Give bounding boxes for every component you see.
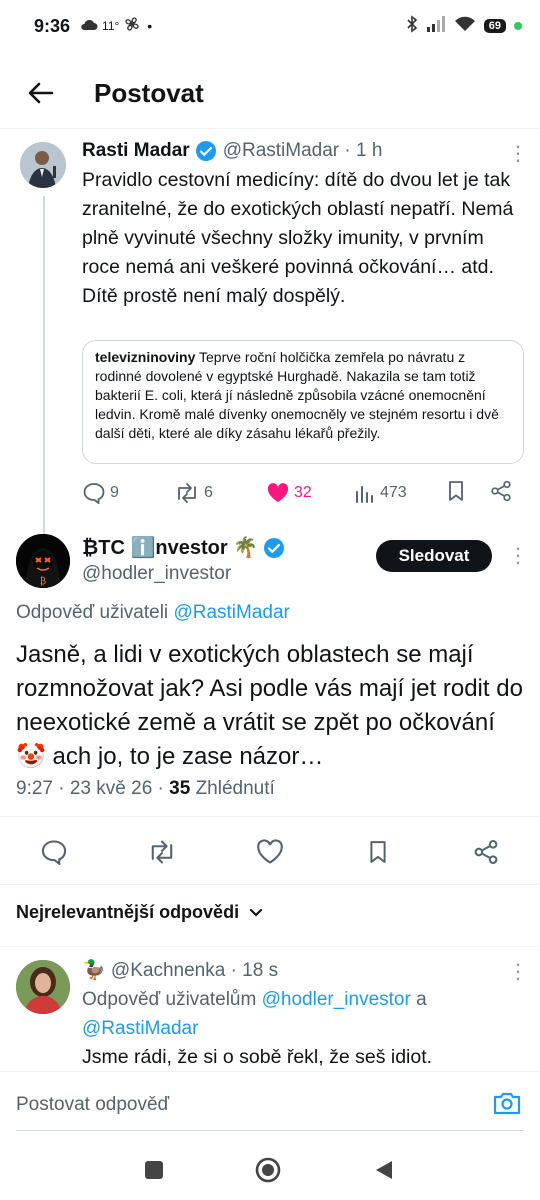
- square-icon: [145, 1161, 163, 1179]
- reply-text: Jsme rádi, že si o sobě řekl, že seš idi…: [82, 1046, 433, 1068]
- tweet-text: Pravidlo cestovní medicíny: dítě do dvou…: [82, 169, 514, 307]
- page-title: Postovat: [94, 77, 204, 108]
- bookmark-button[interactable]: [446, 480, 466, 507]
- status-bar: 9:36 11° • 69: [0, 0, 540, 52]
- actions-divider: [0, 884, 540, 885]
- triangle-back-icon: [376, 1161, 392, 1179]
- status-weather: 11°: [102, 19, 120, 33]
- heart-filled-icon: [267, 483, 289, 502]
- bookmark-icon: [370, 841, 386, 863]
- share-icon: [491, 480, 511, 501]
- like-button[interactable]: 32: [266, 482, 312, 504]
- more-options-icon[interactable]: ⋮: [508, 546, 528, 566]
- bookmark-icon: [449, 480, 463, 501]
- camera-icon[interactable]: [492, 1090, 522, 1121]
- avatar[interactable]: [20, 142, 66, 188]
- repost-icon: [151, 840, 173, 864]
- reply-to-handle-link[interactable]: @hodler_investor: [262, 989, 411, 1010]
- more-options-icon[interactable]: ⋮: [508, 144, 528, 164]
- reply-button[interactable]: 9: [82, 482, 119, 504]
- sort-divider: [0, 946, 540, 947]
- signal-icon: [426, 15, 446, 37]
- repost-count: 6: [204, 484, 213, 501]
- tweet-text: Jasně, a lidi v exotických oblastech se …: [16, 641, 523, 770]
- bluetooth-icon: [406, 14, 418, 38]
- tweet-meta: 9:27 · 23 kvě 26 · 35 Zhlédnutí: [16, 778, 275, 800]
- reply-context: Odpověď uživatelům @hodler_investor a @R…: [82, 985, 512, 1043]
- verified-badge-icon: [195, 140, 217, 162]
- tweet-timestamp: 9:27 · 23 kvě 26 ·: [16, 778, 170, 799]
- share-button[interactable]: [490, 480, 512, 507]
- view-count[interactable]: 35: [169, 778, 190, 799]
- heart-icon: [257, 839, 283, 864]
- share-icon: [474, 840, 498, 864]
- repost-button[interactable]: [146, 836, 178, 868]
- home-button[interactable]: [254, 1156, 282, 1184]
- author-handle[interactable]: @RastiMadar · 1 h: [223, 140, 383, 162]
- parent-author-row: Rasti Madar @RastiMadar · 1 h: [82, 140, 382, 162]
- views-button[interactable]: 473: [354, 483, 407, 503]
- repost-button[interactable]: 6: [174, 482, 213, 504]
- author-name[interactable]: ₿TC ℹ️nvestor 🌴: [82, 535, 258, 560]
- cloud-icon: [80, 16, 98, 36]
- reply-to-label: Odpověď uživatelům: [82, 989, 257, 1010]
- svg-text:₿: ₿: [40, 576, 46, 587]
- status-time: 9:36: [34, 15, 71, 36]
- views-label[interactable]: Zhlédnutí: [196, 778, 275, 799]
- views-chart-icon: [356, 486, 373, 503]
- bookmark-button[interactable]: [362, 836, 394, 868]
- author-name[interactable]: Rasti Madar: [82, 140, 190, 162]
- view-count: 473: [380, 484, 407, 501]
- circle-home-icon: [255, 1157, 281, 1183]
- author-handle[interactable]: @hodler_investor: [82, 563, 231, 585]
- reply-context: Odpověď uživateli @RastiMadar: [16, 602, 290, 624]
- avatar[interactable]: ₿: [16, 534, 70, 588]
- reply-author[interactable]: 🦆 @Kachnenka · 18 s: [82, 958, 278, 982]
- system-nav-bar: [0, 1138, 540, 1200]
- privacy-dot-icon: [514, 22, 522, 30]
- sort-replies-dropdown[interactable]: Nejrelevantnější odpovědi: [16, 902, 263, 923]
- reply-to-conjunction: a: [416, 989, 427, 1010]
- share-button[interactable]: [470, 836, 502, 868]
- like-count: 32: [294, 484, 312, 501]
- person-avatar-icon: [20, 142, 66, 188]
- main-author-row: ₿TC ℹ️nvestor 🌴: [82, 535, 285, 560]
- person-avatar-icon: [16, 960, 70, 1014]
- dot-icon: •: [147, 18, 153, 34]
- quote-source: televizninoviny: [95, 349, 196, 365]
- meta-divider: [0, 816, 540, 817]
- quoted-tweet[interactable]: televizninoviny Teprve roční holčička ze…: [82, 340, 524, 464]
- reply-input-placeholder[interactable]: Postovat odpověď: [16, 1094, 169, 1116]
- avatar[interactable]: [16, 960, 70, 1014]
- back-button[interactable]: [14, 66, 68, 120]
- back-nav-button[interactable]: [370, 1156, 398, 1184]
- header-divider: [0, 128, 540, 129]
- reply-composer[interactable]: Postovat odpověď: [0, 1071, 540, 1137]
- reply-to-label: Odpověď uživateli: [16, 602, 169, 623]
- reply-count: 9: [110, 484, 119, 501]
- comment-icon: [41, 840, 67, 865]
- reply-to-handle-link[interactable]: @RastiMadar: [82, 1018, 198, 1039]
- parent-actions: 9 6 32 473: [82, 478, 522, 508]
- recent-apps-button[interactable]: [140, 1156, 168, 1184]
- reply-to-handle-link[interactable]: @RastiMadar: [173, 602, 289, 623]
- thread-line: [43, 196, 45, 534]
- main-actions: [0, 836, 540, 868]
- reply-button[interactable]: [38, 836, 70, 868]
- chevron-down-icon: [249, 908, 263, 917]
- verified-badge-icon: [263, 537, 285, 559]
- arrow-left-icon: [28, 82, 54, 104]
- more-options-icon[interactable]: ⋮: [508, 962, 528, 982]
- comment-icon: [83, 483, 105, 504]
- wifi-icon: [454, 16, 476, 37]
- sort-label: Nejrelevantnější odpovědi: [16, 902, 240, 922]
- app-header: Postovat: [0, 62, 540, 124]
- battery-indicator: 69: [483, 19, 506, 33]
- hooded-figure-avatar-icon: ₿: [16, 534, 70, 588]
- follow-button[interactable]: Sledovat: [376, 540, 492, 572]
- repost-icon: [178, 483, 196, 503]
- like-button[interactable]: [254, 836, 286, 868]
- fan-icon: [123, 15, 141, 38]
- composer-underline: [16, 1130, 524, 1131]
